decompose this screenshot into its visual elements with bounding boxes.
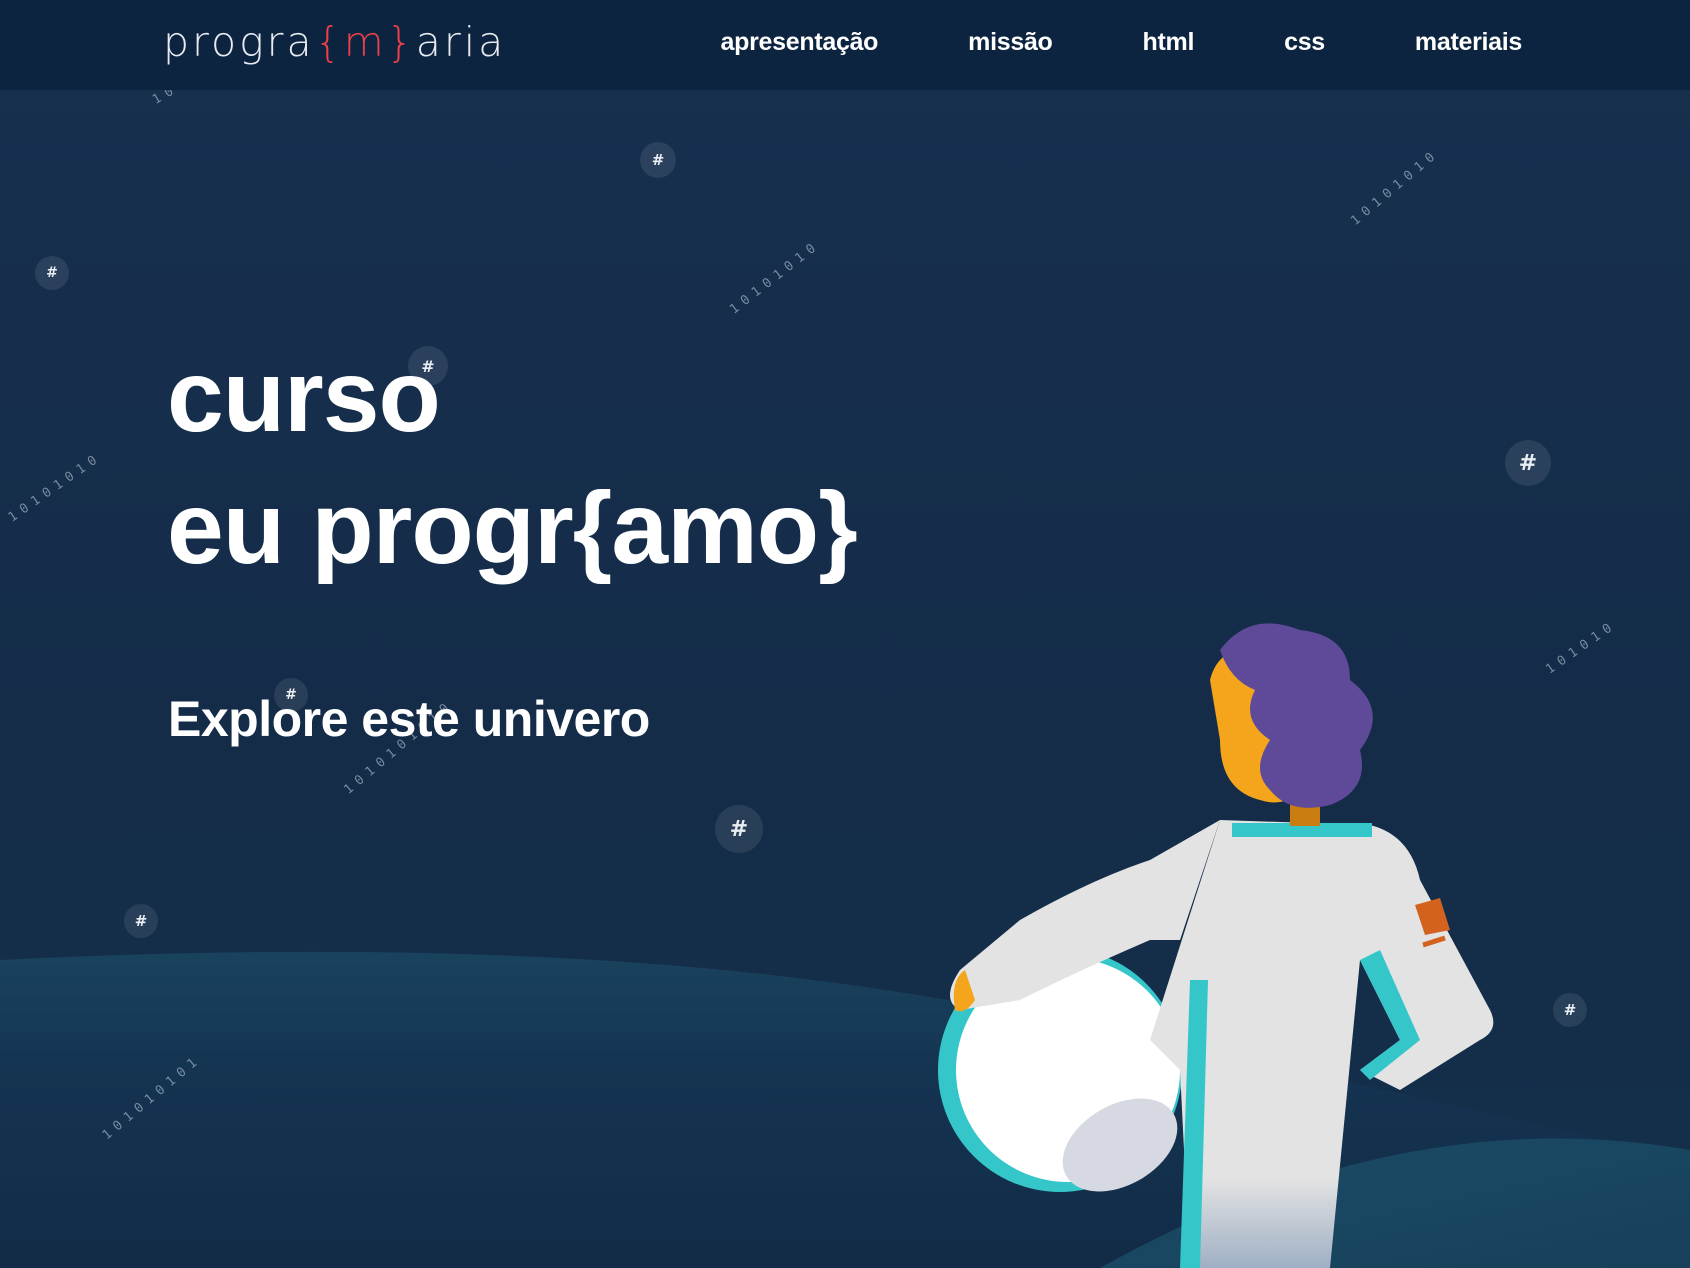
logo-text-part2: aria — [415, 18, 507, 66]
nav-link-missao[interactable]: missão — [968, 28, 1053, 57]
hero-title: curso eu progr{amo} — [167, 330, 858, 594]
logo-text-accent: {m} — [314, 18, 416, 66]
main-nav: apresentação missão html css materiais — [631, 28, 1523, 57]
head-icon — [1210, 623, 1373, 808]
hash-icon: # — [1553, 993, 1587, 1027]
astronaut-illustration — [938, 623, 1494, 1268]
hash-icon: # — [35, 256, 69, 290]
hash-icon: # — [640, 142, 676, 178]
page: progra{m}aria apresentação missão html c… — [0, 0, 1690, 1268]
hash-icon: # — [124, 904, 158, 938]
logo-text-part1: progra — [163, 18, 315, 66]
programaria-logo[interactable]: progra{m}aria — [163, 18, 506, 66]
nav-link-apresentacao[interactable]: apresentação — [721, 28, 879, 57]
hero-title-line2: eu progr{amo} — [167, 471, 858, 585]
nav-link-html[interactable]: html — [1143, 28, 1195, 57]
hero-title-line1: curso — [167, 339, 441, 453]
hash-icon: # — [715, 805, 763, 853]
nav-link-materiais[interactable]: materiais — [1415, 28, 1522, 57]
hash-icon: # — [1505, 440, 1551, 486]
top-navbar: progra{m}aria apresentação missão html c… — [0, 0, 1690, 90]
nav-link-css[interactable]: css — [1284, 28, 1325, 57]
hero-subtitle: Explore este univero — [168, 691, 650, 747]
